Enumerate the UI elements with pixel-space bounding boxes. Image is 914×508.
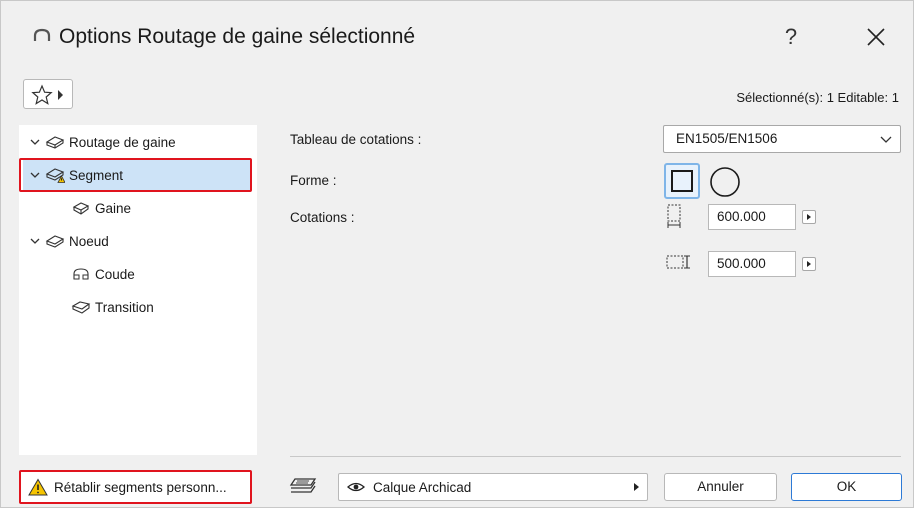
window-title: Options Routage de gaine sélectionné	[59, 25, 416, 48]
chevron-down-icon[interactable]	[29, 136, 41, 148]
title-bar: Options Routage de gaine sélectionné ?	[1, 1, 913, 61]
tree-item-routage-de-gaine[interactable]: Routage de gaine	[29, 127, 249, 157]
rating-table-label: Tableau de cotations :	[290, 132, 422, 147]
tree-item-label: Coude	[95, 266, 135, 282]
layer-select[interactable]: Calque Archicad	[338, 473, 648, 501]
shape-rectangle-button[interactable]	[664, 163, 700, 199]
highlight-box-segment	[19, 158, 252, 192]
tree-item-label: Routage de gaine	[69, 134, 176, 150]
tree-item-label: Noeud	[69, 233, 109, 249]
height-options-arrow-button[interactable]	[802, 257, 816, 271]
transition-icon	[71, 301, 91, 314]
width-input[interactable]: 600.000	[708, 204, 796, 230]
layer-value: Calque Archicad	[373, 479, 472, 495]
tree-item-coude[interactable]: Coude	[71, 259, 241, 289]
tree-item-noeud[interactable]: Noeud	[29, 226, 249, 256]
cancel-button[interactable]: Annuler	[664, 473, 777, 501]
chevron-down-icon	[880, 136, 892, 143]
tree-item-gaine[interactable]: Gaine	[71, 193, 241, 223]
help-button[interactable]: ?	[771, 19, 811, 55]
shape-circle-button[interactable]	[708, 165, 742, 199]
star-icon	[31, 84, 53, 105]
tree-item-label: Transition	[95, 299, 154, 315]
shape-label: Forme :	[290, 173, 337, 188]
chevron-down-icon[interactable]	[29, 235, 41, 247]
layer-stack-icon	[289, 478, 317, 493]
favorites-dropdown-arrow-icon	[58, 90, 63, 100]
close-icon[interactable]	[856, 19, 896, 55]
rating-table-value: EN1505/EN1506	[676, 131, 778, 146]
footer-divider	[290, 456, 901, 457]
tree-item-label: Gaine	[95, 200, 132, 216]
height-dimension-icon	[666, 255, 690, 269]
ok-button[interactable]: OK	[791, 473, 902, 501]
width-value: 600.000	[717, 209, 766, 224]
dimensions-label: Cotations :	[290, 210, 355, 225]
highlight-box-reset	[19, 470, 252, 504]
duct-routing-icon	[45, 136, 65, 149]
height-input[interactable]: 500.000	[708, 251, 796, 277]
eye-icon	[347, 482, 365, 492]
width-options-arrow-button[interactable]	[802, 210, 816, 224]
duct-icon	[72, 202, 90, 215]
layer-dropdown-arrow-icon	[634, 483, 639, 491]
duct-node-icon	[45, 235, 65, 248]
rating-table-select[interactable]: EN1505/EN1506	[663, 125, 901, 153]
rectangle-shape-icon	[671, 170, 693, 192]
elbow-icon	[73, 268, 89, 280]
height-value: 500.000	[717, 256, 766, 271]
favorites-button[interactable]	[23, 79, 73, 109]
tree-item-transition[interactable]: Transition	[71, 292, 241, 322]
archicad-arc-icon	[33, 28, 51, 41]
selection-status: Sélectionné(s): 1 Editable: 1	[736, 90, 899, 105]
dialog-window: Options Routage de gaine sélectionné ? S…	[0, 0, 914, 508]
width-dimension-icon	[667, 204, 681, 228]
